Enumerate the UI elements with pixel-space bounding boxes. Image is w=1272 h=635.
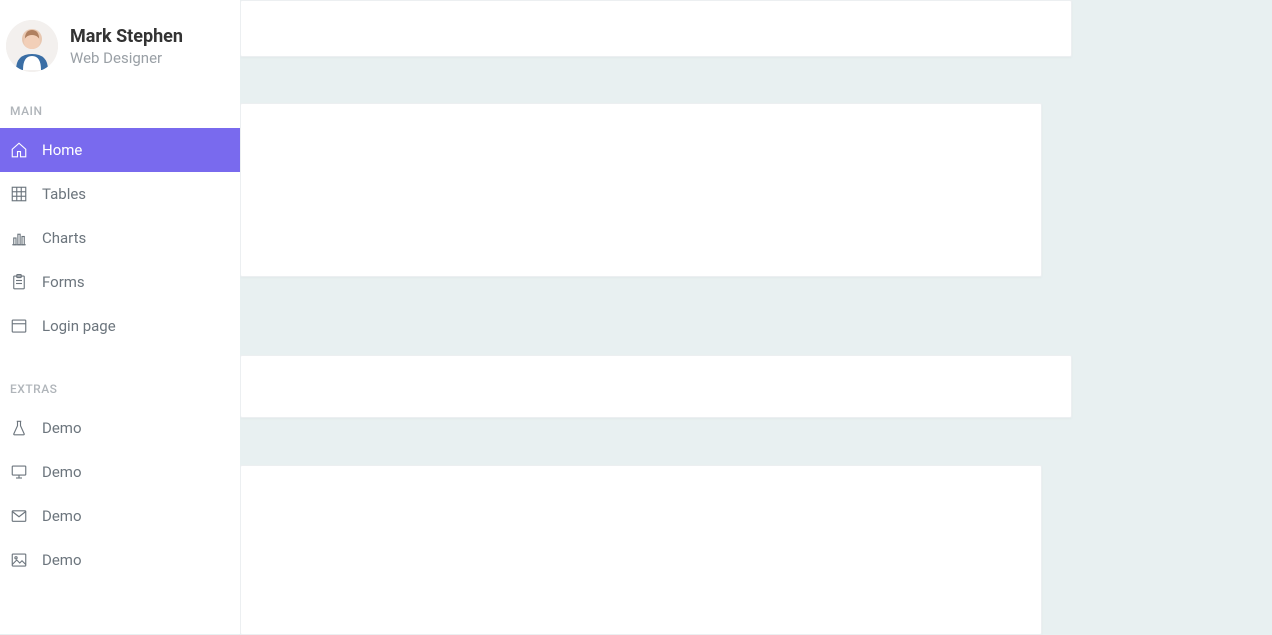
clipboard-icon <box>10 273 28 291</box>
profile-role: Web Designer <box>70 49 183 67</box>
sidebar-item-charts[interactable]: Charts <box>0 216 240 260</box>
content-card <box>240 355 1072 418</box>
profile-info: Mark Stephen Web Designer <box>70 26 183 67</box>
sidebar-item-home[interactable]: Home <box>0 128 240 172</box>
sidebar-item-label: Demo <box>42 551 82 569</box>
sidebar-item-label: Tables <box>42 185 86 203</box>
sidebar-item-demo-mail[interactable]: Demo <box>0 494 240 538</box>
nav-extras: Demo Demo Demo Demo <box>0 406 240 582</box>
monitor-icon <box>10 463 28 481</box>
section-header-main: MAIN <box>0 90 240 128</box>
sidebar-item-label: Demo <box>42 507 82 525</box>
window-icon <box>10 317 28 335</box>
sidebar-item-login[interactable]: Login page <box>0 304 240 348</box>
tables-grid-icon <box>10 185 28 203</box>
sidebar: Mark Stephen Web Designer MAIN Home Tabl… <box>0 0 240 634</box>
main-content <box>240 0 1080 634</box>
mail-icon <box>10 507 28 525</box>
charts-icon <box>10 229 28 247</box>
sidebar-item-tables[interactable]: Tables <box>0 172 240 216</box>
profile-name: Mark Stephen <box>70 26 183 47</box>
sidebar-item-demo-flask[interactable]: Demo <box>0 406 240 450</box>
content-card <box>240 103 1042 277</box>
profile-block: Mark Stephen Web Designer <box>0 0 240 90</box>
sidebar-item-demo-monitor[interactable]: Demo <box>0 450 240 494</box>
sidebar-item-forms[interactable]: Forms <box>0 260 240 304</box>
content-card <box>240 0 1072 57</box>
sidebar-item-label: Charts <box>42 229 86 247</box>
sidebar-item-demo-image[interactable]: Demo <box>0 538 240 582</box>
image-icon <box>10 551 28 569</box>
sidebar-item-label: Home <box>42 141 82 159</box>
sidebar-item-label: Demo <box>42 419 82 437</box>
nav-main: Home Tables Charts Forms Login page <box>0 128 240 348</box>
sidebar-item-label: Login page <box>42 317 116 335</box>
sidebar-item-label: Forms <box>42 273 85 291</box>
flask-icon <box>10 419 28 437</box>
content-card <box>240 465 1042 635</box>
avatar <box>6 20 58 72</box>
section-header-extras: EXTRAS <box>0 368 240 406</box>
sidebar-item-label: Demo <box>42 463 82 481</box>
home-icon <box>10 141 28 159</box>
